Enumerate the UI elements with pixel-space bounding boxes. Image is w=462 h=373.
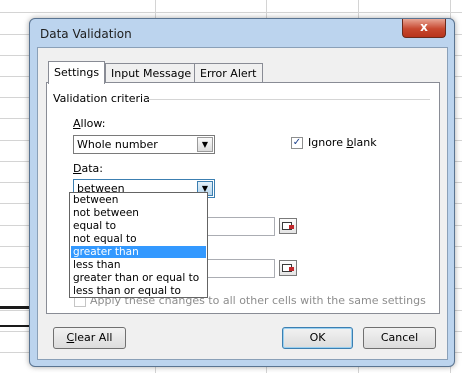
list-item[interactable]: equal to [71, 220, 206, 232]
list-item-selected[interactable]: greater than [71, 246, 206, 258]
validation-criteria-label: Validation criteria [53, 92, 150, 105]
list-item[interactable]: not equal to [71, 233, 206, 245]
minimum-range-picker[interactable] [279, 218, 297, 234]
maximum-range-picker[interactable] [279, 260, 297, 276]
tab-input-message[interactable]: Input Message [105, 63, 198, 83]
group-divider [147, 99, 430, 100]
tab-error-alert-label: Error Alert [200, 67, 257, 80]
clear-all-button[interactable]: Clear All [53, 327, 126, 349]
dialog-titlebar[interactable]: Data Validation x [30, 19, 454, 47]
close-button[interactable]: x [402, 19, 446, 38]
list-item[interactable]: not between [71, 207, 206, 219]
allow-label: Allow: [73, 117, 106, 130]
close-icon: x [420, 20, 428, 34]
tab-settings[interactable]: Settings [48, 61, 106, 84]
cancel-button[interactable]: Cancel [363, 327, 436, 349]
list-item[interactable]: less than [71, 259, 206, 271]
tab-input-message-label: Input Message [111, 67, 192, 80]
collapse-dialog-icon [289, 267, 294, 271]
ignore-blank-checkbox[interactable]: ✓ [291, 137, 303, 149]
collapse-dialog-icon [289, 225, 294, 229]
list-item[interactable]: between [71, 194, 206, 206]
allow-select-value: Whole number [77, 138, 158, 151]
list-item[interactable]: less than or equal to [71, 285, 206, 297]
tab-error-alert[interactable]: Error Alert [194, 63, 263, 83]
data-label: Data: [73, 162, 103, 175]
ignore-blank-label: Ignore blank [308, 136, 377, 149]
allow-select[interactable]: Whole number ▼ [73, 135, 215, 154]
list-item[interactable]: greater than or equal to [71, 272, 206, 284]
dialog-title: Data Validation [40, 27, 132, 41]
ok-button[interactable]: OK [282, 327, 353, 349]
ok-button-label: OK [309, 331, 326, 344]
data-dropdown-list: between not between equal to not equal t… [69, 192, 208, 298]
cancel-button-label: Cancel [380, 331, 419, 344]
tab-settings-label: Settings [54, 66, 100, 79]
chevron-down-icon[interactable]: ▼ [197, 137, 213, 152]
